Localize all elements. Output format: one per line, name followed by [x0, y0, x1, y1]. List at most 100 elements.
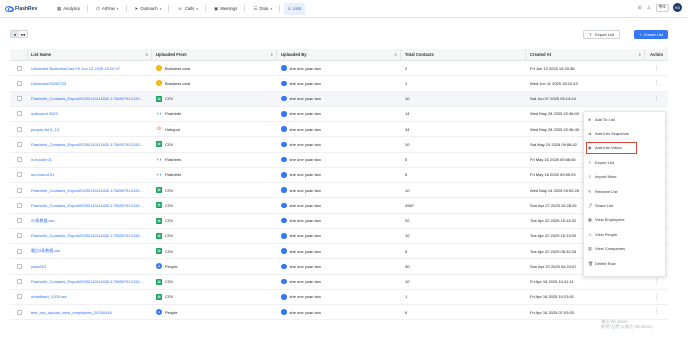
menu-item-export-list[interactable]: ⇪ Export List — [584, 155, 665, 169]
row-checkbox[interactable] — [16, 233, 22, 239]
menu-item-rename-list[interactable]: ✎ Rename List — [584, 184, 665, 198]
menu-item-share-list[interactable]: ⤴ Share List — [584, 198, 665, 212]
table-row[interactable]: in bound 01 ◖◗ Flashinfo she one yuan two 5 F… — [10, 153, 668, 168]
nav-item-meetings[interactable]: ▣ Meetings — [210, 3, 241, 15]
search-icon[interactable]: ⌕ — [394, 52, 397, 57]
row-checkbox[interactable] — [16, 294, 22, 300]
table-row[interactable]: Flashinfo_Contacts_Export20250110111832-… — [10, 137, 668, 153]
table-row[interactable]: Flashinfo_Contacts_Export20250110111832-… — [10, 198, 668, 214]
export-list-button[interactable]: ⇪ Export List — [582, 30, 620, 39]
uploaded-from-text: Flashinfo — [165, 111, 182, 117]
more-actions-icon[interactable]: ⋮ — [654, 309, 659, 315]
brand-logo[interactable]: FlashRev — [5, 5, 53, 12]
table-row[interactable]: Flashinfo_Contacts_Export20250110111832-… — [10, 183, 668, 199]
menu-item-add-to-list[interactable]: ⊕ Add To List — [584, 112, 665, 126]
team-icon[interactable]: ●● — [19, 31, 27, 37]
table-row[interactable]: yuan323 ● People she one yuan two 30 Sun Apr … — [10, 259, 668, 275]
search-icon[interactable]: ⌕ — [145, 52, 148, 57]
table-row[interactable]: test_csv_upload_view_employees_20250416 ●… — [10, 305, 668, 321]
list-name-link[interactable]: undefined_1205.csv — [31, 294, 67, 299]
menu-item-view-people[interactable]: ☺ View People — [584, 227, 665, 241]
nav-item-aiflow[interactable]: ⌬ AIFlow ▾ — [92, 3, 123, 15]
row-checkbox[interactable] — [16, 279, 22, 285]
table-row[interactable]: Flashinfo_Contacts_Export20250110111832-… — [10, 275, 668, 290]
row-checkbox[interactable] — [16, 263, 22, 269]
menu-item-delete-row[interactable]: 🗑 Delete Row — [584, 256, 665, 270]
avatar[interactable]: HD — [673, 3, 682, 12]
row-checkbox[interactable] — [16, 218, 22, 224]
nav-item-data[interactable]: ☰ Data ▾ — [249, 3, 276, 15]
table-row[interactable]: Unnamed BusinessCard Fri Jun 13 2025 15:… — [10, 61, 668, 77]
list-name-link[interactable]: Flashinfo_Contacts_Export20250110111832-… — [31, 203, 143, 208]
nav-item-analytics[interactable]: ▦ Analytics — [53, 3, 84, 15]
nav-item-lists[interactable]: ≡ Lists — [283, 2, 306, 15]
list-name-link[interactable]: people list 5_13 — [31, 127, 59, 132]
table-body: Unnamed BusinessCard Fri Jun 13 2025 15:… — [10, 61, 668, 321]
list-name-link[interactable]: Flashinfo_Contacts_Export20250110111832-… — [31, 142, 143, 147]
list-name-link[interactable]: 20条数据.csv — [31, 218, 55, 224]
row-checkbox[interactable] — [16, 111, 22, 117]
list-name-link[interactable]: Flashinfo_Contacts_Export20250110111832-… — [31, 233, 143, 238]
list-name-cell: undefined_1205.csv — [28, 290, 152, 304]
list-name-link[interactable]: in bound 01 — [31, 157, 52, 162]
table-row[interactable]: Unnamed20250723 ▪ Business card she one yua… — [10, 76, 668, 92]
view-toggle[interactable]: ● ●● — [10, 30, 28, 38]
row-checkbox[interactable] — [16, 309, 22, 315]
more-actions-icon[interactable]: ⋮ — [654, 80, 659, 86]
brand-logo-icon — [5, 5, 14, 12]
table-row[interactable]: 最后5条数据.csv ▤ CSV she one yuan two 5 Tue Apr 2… — [10, 244, 668, 260]
list-name-link[interactable]: yuan323 — [31, 264, 46, 269]
list-name-link[interactable]: Unnamed BusinessCard Fri Jun 13 2025 15:… — [31, 66, 120, 71]
row-checkbox[interactable] — [16, 157, 22, 163]
row-checkbox[interactable] — [16, 202, 22, 208]
more-actions-icon[interactable]: ⋮ — [654, 294, 659, 300]
list-name-link[interactable]: Unnamed20250723 — [31, 81, 66, 86]
list-name-link[interactable]: outbound 0523 — [31, 111, 58, 116]
more-actions-icon[interactable]: ⋮ — [654, 96, 659, 102]
list-name-link[interactable]: 最后5条数据.csv — [31, 248, 60, 254]
notification-bell-icon[interactable]: ♫ — [647, 5, 651, 11]
menu-item-add-into-sequence[interactable]: ⇉ Add Into Sequence — [584, 126, 665, 140]
search-icon[interactable]: ⌕ — [270, 52, 273, 57]
search-icon[interactable]: ⌕ — [638, 52, 641, 57]
more-actions-icon[interactable]: ⋮ — [654, 279, 659, 285]
table-row[interactable]: Flashinfo_Contacts_Export20250110111832-… — [10, 91, 668, 107]
menu-item-add-into-vision[interactable]: ◉ Add Into Vision — [586, 141, 637, 154]
flashinfo-icon: ◖◗ — [156, 172, 162, 178]
nav-item-calls[interactable]: ☏ Calls ▾ — [173, 3, 202, 15]
create-list-button[interactable]: + Create List — [634, 30, 668, 39]
menu-item-label: Export List — [595, 159, 614, 165]
help-icon[interactable]: ⊙ — [638, 5, 642, 11]
csv-file-icon: ▤ — [156, 95, 162, 102]
table-row[interactable]: outbound 0523 ◖◗ Flashinfo she one yuan two… — [10, 107, 668, 122]
list-name-link[interactable]: Flashinfo_Contacts_Export20250110111832-… — [31, 279, 143, 284]
list-name-cell: Flashinfo_Contacts_Export20250110111832-… — [28, 198, 152, 212]
row-checkbox[interactable] — [16, 172, 22, 178]
list-name-link[interactable]: Flashinfo_Contacts_Export20250110111832-… — [31, 188, 143, 193]
table-row[interactable]: undefined_1205.csv ▤ CSV she one yuan two 1 F… — [10, 290, 668, 305]
menu-item-view-companies[interactable]: ▥ View Companies — [584, 242, 665, 256]
table-row[interactable]: 20条数据.csv ▤ CSV she one yuan two 20 Tue Apr 2… — [10, 214, 668, 229]
table-row[interactable]: out bound 01 ◖◗ Flashinfo she one yuan two 5… — [10, 168, 668, 183]
row-checkbox[interactable] — [16, 187, 22, 193]
row-checkbox[interactable] — [16, 96, 22, 102]
user-avatar-icon — [281, 202, 287, 209]
menu-item-view-employees[interactable]: ▦ View Employees — [584, 213, 665, 227]
row-checkbox[interactable] — [16, 65, 22, 71]
more-actions-icon[interactable]: ⋮ — [654, 65, 659, 71]
row-checkbox[interactable] — [16, 141, 22, 147]
row-checkbox[interactable] — [16, 126, 22, 132]
table-row[interactable]: people list 5_13 ⚙ Hubspot she one yuan two… — [10, 122, 668, 138]
list-name-link[interactable]: out bound 01 — [31, 172, 54, 177]
uploaded-by-text: she one yuan two — [289, 65, 321, 71]
list-name-link[interactable]: test_csv_upload_view_employees_20250416 — [31, 310, 112, 315]
table-row[interactable]: Flashinfo_Contacts_Export20250110111832-… — [10, 229, 668, 244]
nav-item-outreach[interactable]: ➤ Outreach ▾ — [131, 3, 166, 15]
menu-item-import-more[interactable]: ⇩ Import More — [584, 170, 665, 184]
row-checkbox[interactable] — [16, 80, 22, 86]
created-at-text: Sun Apr 27 2025 10:28:29 — [530, 202, 577, 208]
list-name-link[interactable]: Flashinfo_Contacts_Export20250110111832-… — [31, 96, 143, 101]
single-user-icon[interactable]: ● — [11, 31, 19, 37]
language-switch[interactable]: 中/E — [655, 3, 669, 12]
row-checkbox[interactable] — [16, 248, 22, 254]
